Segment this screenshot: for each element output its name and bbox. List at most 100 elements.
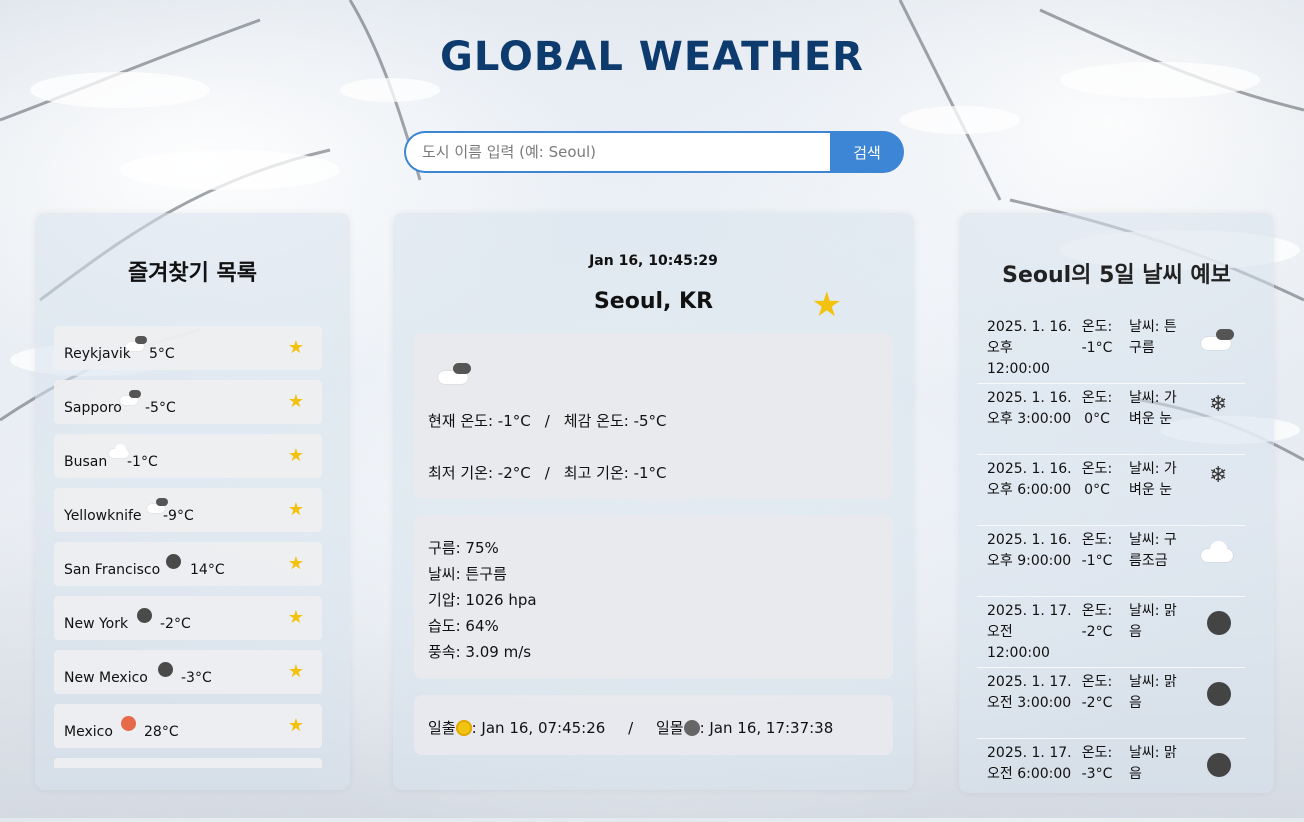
favorite-temp: -2°C [160, 616, 191, 632]
moon-icon [166, 554, 181, 573]
feels-like-temp: 체감 온도: -5°C [563, 412, 667, 430]
favorite-city: Yellowknife [64, 508, 142, 524]
current-datetime: Jan 16, 10:45:29 [589, 253, 718, 269]
star-icon[interactable]: ★ [288, 715, 304, 736]
moon-icon [1207, 611, 1231, 642]
cloud-dark-icon [126, 336, 148, 356]
separator: / [544, 412, 550, 430]
temperature-card: 현재 온도: -1°C / 체감 온도: -5°C 최저 기온: -2°C / 최고 기… [414, 333, 893, 499]
forecast-row: 2025. 1. 17. 오전 6:00:00 온도: -3°C 날씨: 맑음 [977, 739, 1245, 809]
favorite-item-reykjavik[interactable]: Reykjavik 5°C ★ [54, 326, 322, 370]
favorites-title: 즐겨찾기 목록 [127, 261, 258, 286]
details-card: 구름: 75% 날씨: 튼구름 기압: 1026 hpa 습도: 64% 풍속:… [414, 515, 893, 679]
favorite-item-yellowknife[interactable]: Yellowknife -9°C ★ [54, 488, 322, 532]
snowflake-icon: ❄ [1209, 463, 1228, 488]
separator: / [544, 464, 550, 482]
favorite-item-sapporo[interactable]: Sapporo -5°C ★ [54, 380, 322, 424]
forecast-weather: 날씨: 맑음 [1129, 603, 1177, 640]
separator: / [628, 719, 634, 737]
favorite-city: Sapporo [64, 400, 122, 416]
sunset-time: : Jan 16, 17:37:38 [699, 719, 834, 737]
forecast-row: 2025. 1. 17. 오전 3:00:00 온도: -2°C 날씨: 맑음 [977, 668, 1245, 739]
forecast-row: 2025. 1. 16. 오후 9:00:00 온도: -1°C 날씨: 구름조… [977, 526, 1245, 597]
sunrise-label: 일출 [428, 719, 456, 737]
forecast-temp: 온도: -3°C [1081, 745, 1113, 782]
forecast-date: 2025. 1. 16. 오후 12:00:00 [987, 319, 1072, 377]
favorite-item-mexico[interactable]: Mexico 28°C ★ [54, 704, 322, 748]
moon-icon [158, 662, 173, 681]
forecast-temp: 온도: -2°C [1081, 603, 1113, 640]
forecast-temp: 온도: -1°C [1081, 319, 1113, 356]
forecast-temp: 온도: -1°C [1081, 532, 1113, 569]
current-weather-panel: Jan 16, 10:45:29 Seoul, KR ★ 현재 온도: -1°C… [393, 213, 914, 790]
cloud-dark-icon [438, 361, 474, 389]
favorite-item-new-york[interactable]: New York -2°C ★ [54, 596, 322, 640]
star-icon[interactable]: ★ [288, 445, 304, 466]
forecast-date: 2025. 1. 16. 오후 3:00:00 [987, 390, 1072, 427]
city-search-input[interactable] [404, 131, 830, 173]
forecast-temp: 온도: 0°C [1081, 461, 1113, 498]
forecast-weather: 날씨: 맑음 [1129, 674, 1177, 711]
search-bar: 검색 [404, 131, 904, 173]
forecast-date: 2025. 1. 16. 오후 6:00:00 [987, 461, 1072, 498]
favorite-temp: 28°C [144, 724, 179, 740]
forecast-weather: 날씨: 튼구름 [1129, 319, 1177, 356]
current-temp: 현재 온도: -1°C [428, 412, 531, 430]
favorite-city: Busan [64, 454, 108, 470]
forecast-weather: 날씨: 가벼운 눈 [1129, 390, 1177, 427]
sun-times: 일출: Jan 16, 07:45:26 / 일몰: Jan 16, 17:37… [428, 717, 833, 738]
favorite-city: Mexico [64, 724, 113, 740]
forecast-list: 2025. 1. 16. 오후 12:00:00 온도: -1°C 날씨: 튼구… [977, 313, 1245, 809]
favorite-item-new-mexico[interactable]: New Mexico -3°C ★ [54, 650, 322, 694]
forecast-temp: 온도: -2°C [1081, 674, 1113, 711]
star-icon[interactable]: ★ [288, 499, 304, 520]
search-button[interactable]: 검색 [830, 131, 904, 173]
wind-detail: 풍속: 3.09 m/s [428, 643, 532, 661]
forecast-weather: 날씨: 구름조금 [1129, 532, 1177, 569]
forecast-date: 2025. 1. 16. 오후 9:00:00 [987, 532, 1072, 569]
favorite-temp: 5°C [149, 346, 175, 362]
favorite-star-icon[interactable]: ★ [812, 285, 842, 325]
favorites-panel: 즐겨찾기 목록 Reykjavik 5°C ★ Sapporo -5°C ★ B… [35, 213, 350, 790]
moon-icon [683, 720, 700, 736]
clouds-detail: 구름: 75% [428, 539, 499, 557]
moon-icon [1207, 753, 1231, 784]
favorite-temp: -1°C [127, 454, 158, 470]
forecast-date: 2025. 1. 17. 오전 3:00:00 [987, 674, 1072, 711]
forecast-temp: 온도: 0°C [1081, 390, 1113, 427]
favorites-list[interactable]: Reykjavik 5°C ★ Sapporo -5°C ★ Busan -1°… [54, 326, 322, 768]
forecast-weather: 날씨: 가벼운 눈 [1129, 461, 1177, 498]
temperature-line: 현재 온도: -1°C / 체감 온도: -5°C [428, 410, 667, 431]
favorite-item-san-francisco[interactable]: San Francisco 14°C ★ [54, 542, 322, 586]
star-icon[interactable]: ★ [288, 391, 304, 412]
star-icon[interactable]: ★ [288, 337, 304, 358]
star-icon[interactable]: ★ [288, 553, 304, 574]
favorite-city: San Francisco [64, 562, 161, 578]
sunset-label: 일몰 [655, 719, 684, 737]
favorite-temp: -9°C [163, 508, 194, 524]
favorite-temp: -3°C [181, 670, 212, 686]
minmax-line: 최저 기온: -2°C / 최고 기온: -1°C [428, 462, 667, 483]
star-icon[interactable]: ★ [288, 607, 304, 628]
sun-icon [455, 720, 472, 736]
favorite-temp: 14°C [190, 562, 225, 578]
forecast-weather: 날씨: 맑음 [1129, 745, 1177, 782]
forecast-date: 2025. 1. 17. 오전 6:00:00 [987, 745, 1072, 782]
weather-detail: 날씨: 튼구름 [428, 565, 507, 583]
moon-icon [137, 608, 152, 627]
humidity-detail: 습도: 64% [428, 617, 499, 635]
forecast-row: 2025. 1. 16. 오후 3:00:00 온도: 0°C 날씨: 가벼운 … [977, 384, 1245, 455]
favorite-city: Reykjavik [64, 346, 131, 362]
favorite-item-partial[interactable] [54, 758, 322, 768]
favorite-city: New Mexico [64, 670, 148, 686]
forecast-row: 2025. 1. 17. 오전 12:00:00 온도: -2°C 날씨: 맑음 [977, 597, 1245, 668]
star-icon[interactable]: ★ [288, 661, 304, 682]
max-temp: 최고 기온: -1°C [563, 464, 667, 482]
cloud-dark-icon [120, 390, 142, 410]
pressure-detail: 기압: 1026 hpa [428, 591, 537, 609]
min-temp: 최저 기온: -2°C [428, 464, 531, 482]
snowflake-icon: ❄ [1209, 392, 1228, 417]
favorite-item-busan[interactable]: Busan -1°C ★ [54, 434, 322, 478]
cloud-icon [1201, 540, 1235, 569]
moon-icon [1207, 682, 1231, 713]
